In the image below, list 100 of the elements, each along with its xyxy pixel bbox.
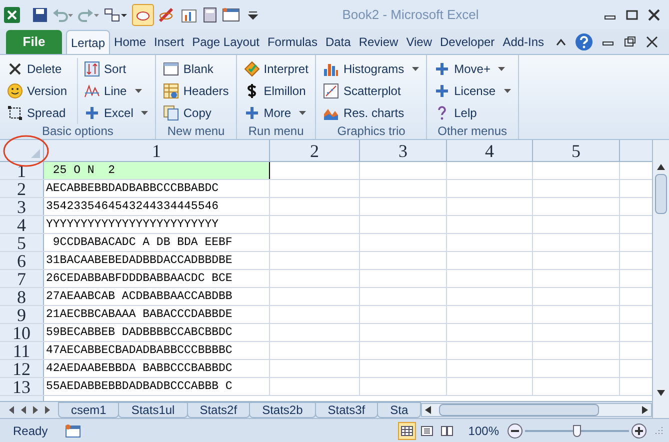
row-header[interactable]: 4: [0, 216, 44, 233]
ribbon-button[interactable]: Sort: [82, 58, 150, 80]
table-cell: 9CCDBABACADC A DB BDA EEBF: [44, 234, 270, 251]
sheet-tab[interactable]: Stats1ul: [118, 402, 188, 418]
vertical-scrollbar[interactable]: [652, 140, 669, 418]
sheet-tab[interactable]: csem1: [58, 402, 120, 418]
scrollbar-thumb[interactable]: [439, 404, 600, 416]
restore-icon[interactable]: [623, 36, 637, 48]
calculator-icon[interactable]: [202, 6, 218, 22]
ribbon-button[interactable]: More: [242, 102, 310, 124]
ribbon-button[interactable]: Interpret: [242, 58, 310, 80]
plus-icon: [84, 105, 100, 121]
last-sheet-icon[interactable]: [44, 406, 51, 414]
ribbon-tab[interactable]: Review: [354, 30, 402, 54]
row-header[interactable]: 6: [0, 252, 44, 269]
triangle-icon: [31, 149, 40, 158]
sheet-tab[interactable]: Stats2b: [249, 402, 316, 418]
table-cell: 31BACAABEBEDADBBDACCADBBDBE: [44, 252, 270, 269]
ribbon-button[interactable]: Version: [5, 80, 70, 102]
macro-record-icon[interactable]: [64, 424, 81, 438]
ribbon-tab[interactable]: Formulas: [263, 30, 322, 54]
sort-icon: [84, 61, 100, 77]
restore-icon[interactable]: [625, 8, 639, 20]
ribbon-button[interactable]: Res. charts: [321, 102, 422, 124]
close-icon[interactable]: [645, 36, 659, 48]
chart-icon[interactable]: [180, 6, 198, 22]
resize-grip-icon[interactable]: [653, 426, 663, 436]
row-header[interactable]: 9: [0, 306, 44, 323]
ribbon-button[interactable]: License: [432, 80, 512, 102]
line-chart-icon: [84, 83, 100, 99]
sheet-tab[interactable]: Stats3f: [314, 402, 378, 418]
ribbon-button[interactable]: Scatterplot: [321, 80, 422, 102]
ribbon-button[interactable]: Spread: [5, 102, 70, 124]
ribbon-button[interactable]: Delete: [5, 58, 70, 80]
scroll-right-icon[interactable]: [642, 406, 648, 414]
ribbon-button[interactable]: Move+: [432, 58, 512, 80]
row-header[interactable]: 11: [0, 342, 44, 359]
ribbon-tab[interactable]: Developer: [436, 30, 499, 54]
ribbon-button[interactable]: Excel: [82, 102, 150, 124]
first-sheet-icon[interactable]: [8, 406, 15, 414]
ribbon-button[interactable]: Headers: [161, 80, 231, 102]
group-label: New menu: [166, 124, 226, 139]
spreadsheet-logo-icon[interactable]: [4, 6, 20, 22]
column-header[interactable]: 3: [360, 140, 447, 161]
plus-icon: [434, 83, 450, 99]
sheet-tab[interactable]: Stats2f: [186, 402, 250, 418]
row-header[interactable]: 10: [0, 324, 44, 341]
help-icon[interactable]: [575, 33, 593, 51]
ribbon-button[interactable]: Lelp: [432, 102, 512, 124]
row-header[interactable]: 12: [0, 360, 44, 377]
table-icon: [163, 83, 180, 99]
drawing-tool-icon[interactable]: [132, 4, 154, 26]
row-header[interactable]: 13: [0, 378, 44, 395]
normal-view-button[interactable]: [398, 422, 416, 440]
ribbon-button[interactable]: Elmillon: [242, 80, 310, 102]
table-cell: 59BECABBEB DADBBBBCCABCBBDC: [44, 324, 270, 341]
row-header[interactable]: 5: [0, 234, 44, 251]
zoom-out-icon[interactable]: [507, 422, 523, 438]
ribbon-tab[interactable]: Page Layout: [188, 30, 264, 54]
file-tab[interactable]: File: [6, 30, 62, 54]
zoom-slider-thumb[interactable]: [573, 424, 581, 436]
previous-sheet-icon[interactable]: [20, 406, 27, 414]
layout-icon[interactable]: [104, 6, 128, 22]
column-header[interactable]: 5: [533, 140, 620, 161]
zoom-level[interactable]: 100%: [468, 422, 499, 440]
column-header[interactable]: 1: [44, 140, 270, 161]
zoom-slider-track[interactable]: [525, 424, 629, 438]
pen-icon[interactable]: [158, 6, 176, 22]
caret-icon: [141, 111, 148, 115]
zoom-in-icon[interactable]: [631, 422, 647, 438]
row-header[interactable]: 2: [0, 180, 44, 197]
row-header[interactable]: 3: [0, 198, 44, 215]
table-cell: 3542335464543244334445546: [44, 198, 270, 215]
form-icon[interactable]: [222, 6, 240, 22]
close-icon[interactable]: [647, 8, 661, 20]
group-label: Other menus: [436, 124, 508, 139]
ribbon-tab[interactable]: View: [402, 30, 436, 54]
sheet-tab[interactable]: Sta: [377, 402, 422, 418]
collapse-ribbon-icon[interactable]: [555, 37, 567, 47]
horizontal-scrollbar[interactable]: [421, 403, 652, 417]
row-header[interactable]: 8: [0, 288, 44, 305]
scroll-down-icon[interactable]: [657, 390, 665, 396]
ribbon-button[interactable]: Histograms: [321, 58, 422, 80]
scroll-up-icon[interactable]: [657, 164, 665, 170]
column-header[interactable]: 4: [447, 140, 533, 161]
ribbon-tab[interactable]: Add-Ins: [498, 30, 548, 54]
column-header[interactable]: 2: [270, 140, 360, 161]
scrollbar-thumb[interactable]: [655, 174, 667, 214]
caret-icon: [299, 111, 306, 115]
ribbon-tab[interactable]: Home: [110, 30, 150, 54]
save-icon[interactable]: [32, 6, 48, 22]
ribbon-button[interactable]: Blank: [161, 58, 231, 80]
ribbon-tab[interactable]: Insert: [150, 30, 188, 54]
row-header[interactable]: 7: [0, 270, 44, 287]
ribbon-button[interactable]: Line: [82, 80, 150, 102]
ribbon-button[interactable]: Copy: [161, 102, 231, 124]
ribbon-tab[interactable]: Lertap: [66, 30, 110, 54]
ribbon-tab[interactable]: Data: [321, 30, 355, 54]
scroll-left-icon[interactable]: [425, 406, 432, 414]
next-sheet-icon[interactable]: [32, 406, 39, 414]
